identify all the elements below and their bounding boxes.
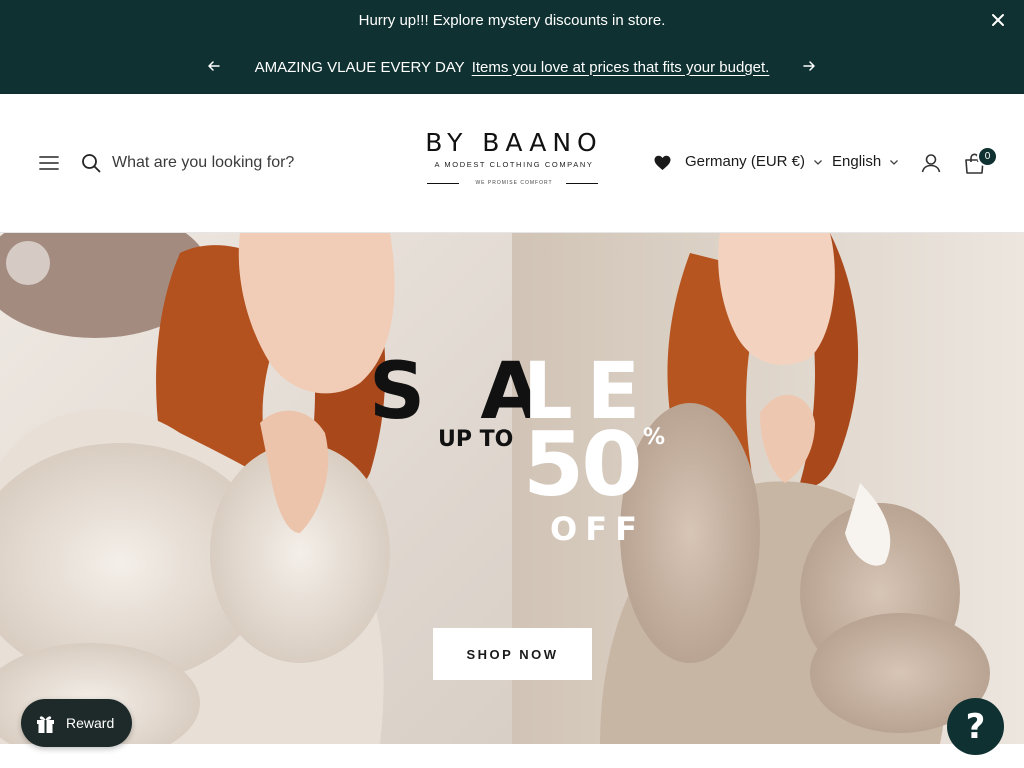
announcement-slide: AMAZING VLAUE EVERY DAY Items you love a… <box>0 50 1024 84</box>
language-selector[interactable]: English <box>832 153 899 170</box>
logo-main-text: BY BAANO <box>425 128 603 157</box>
arrow-right-icon[interactable] <box>802 59 816 73</box>
account-icon[interactable] <box>921 153 941 173</box>
reward-label: Reward <box>66 715 115 731</box>
sale-percent-value: 50 <box>523 413 642 516</box>
announcement-slide-lead: AMAZING VLAUE EVERY DAY <box>254 58 465 76</box>
logo-divider <box>566 183 598 184</box>
sale-off: OFF <box>550 510 645 548</box>
sale-up-to: UP TO <box>438 427 514 452</box>
brand-logo[interactable]: BY BAANO A MODEST CLOTHING COMPANY WE PR… <box>424 128 604 192</box>
hero-banner[interactable]: S A LE UP TO 50 % OFF SHOP NOW <box>0 233 1024 744</box>
sale-percent-sign: % <box>643 425 666 450</box>
gift-icon <box>37 715 54 733</box>
announcement-bar: Hurry up!!! Explore mystery discounts in… <box>0 0 1024 94</box>
reward-button[interactable]: Reward <box>21 699 132 747</box>
chevron-down-icon <box>814 159 822 165</box>
search-icon[interactable] <box>81 153 101 173</box>
shop-now-button[interactable]: SHOP NOW <box>433 628 592 680</box>
menu-icon[interactable] <box>39 155 59 171</box>
logo-sub-text: A MODEST CLOTHING COMPANY <box>434 160 594 169</box>
announcement-top-text: Hurry up!!! Explore mystery discounts in… <box>358 11 666 29</box>
country-selector[interactable]: Germany (EUR €) <box>685 153 823 170</box>
help-icon[interactable]: ? <box>947 698 1004 755</box>
close-icon[interactable] <box>990 12 1006 28</box>
site-header: BY BAANO A MODEST CLOTHING COMPANY WE PR… <box>0 94 1024 233</box>
announcement-slide-link[interactable]: Items you love at prices that fits your … <box>472 59 770 76</box>
sale-headline: S A LE UP TO 50 % OFF <box>365 353 665 553</box>
cart-count-badge: 0 <box>977 146 998 167</box>
country-selector-label: Germany (EUR €) <box>685 153 806 170</box>
search-input[interactable] <box>112 150 352 176</box>
chevron-down-icon <box>890 159 899 165</box>
language-selector-label: English <box>832 153 882 170</box>
heart-icon[interactable] <box>654 155 671 171</box>
